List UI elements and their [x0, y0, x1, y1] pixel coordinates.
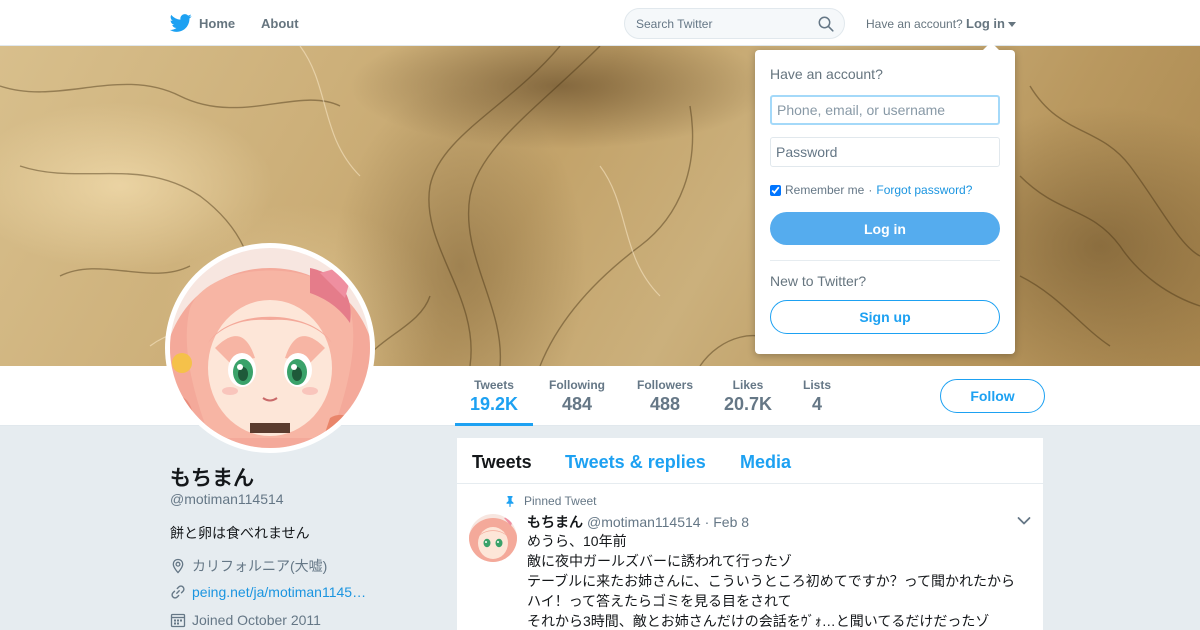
tweet-text-line: 敵に夜中ガールズバーに誘われて行ったゾ: [527, 553, 792, 569]
login-dropdown-title: Have an account?: [770, 66, 883, 82]
pinned-tweet-label: Pinned Tweet: [504, 494, 597, 508]
profile-bio: 餅と卵は食べれません: [170, 525, 310, 541]
search-icon[interactable]: [818, 16, 834, 32]
stat-lists[interactable]: Lists 4: [797, 366, 837, 426]
dropdown-arrow: [983, 42, 999, 50]
tweet-author-handle[interactable]: @motiman114514: [587, 514, 701, 530]
pin-icon: [506, 496, 514, 507]
profile-avatar[interactable]: [165, 243, 375, 453]
tweet-text-line: それから3時間、敵とお姉さんだけの会話をｳﾞｫ…と聞いてるだけだったゾ: [527, 613, 990, 629]
profile-location-text: カリフォルニア(大嘘): [192, 558, 328, 574]
top-nav: Home About Have an account? Log in: [0, 0, 1200, 46]
avatar-image: [170, 248, 370, 448]
tab-tweets-replies[interactable]: Tweets & replies: [565, 452, 706, 473]
remember-me-row: Remember me · Forgot password?: [770, 183, 972, 197]
profile-joined: Joined October 2011: [170, 612, 321, 628]
remember-me-checkbox[interactable]: [770, 184, 781, 196]
calendar-icon: [170, 613, 186, 628]
nav-home-label: Home: [199, 15, 236, 31]
profile-name: もちまん: [170, 467, 254, 490]
tweet-text-line: ハイ！って答えたらゴミを見る目をされて: [527, 593, 792, 609]
stat-tweets-value: 19.2K: [469, 394, 519, 414]
profile-website: peing.net/ja/motiman1145…: [170, 584, 366, 600]
link-icon: [171, 585, 185, 599]
stat-followers[interactable]: Followers 488: [631, 366, 699, 426]
timeline-tabs: Tweets Tweets & replies Media: [457, 438, 1043, 484]
search-input[interactable]: [636, 9, 816, 38]
stat-likes[interactable]: Likes 20.7K: [718, 366, 778, 426]
password-input[interactable]: [770, 137, 1000, 167]
username-input[interactable]: [770, 95, 1000, 125]
profile-handle[interactable]: @motiman114514: [170, 491, 284, 507]
login-dropdown: Have an account? Remember me · Forgot pa…: [755, 42, 1015, 354]
caret-down-icon: [1008, 21, 1016, 27]
remember-me-label[interactable]: Remember me: [785, 183, 864, 197]
timeline: Tweets Tweets & replies Media Pinned Twe…: [456, 437, 1044, 630]
tweet-avatar[interactable]: [469, 514, 517, 562]
remember-separator: ·: [868, 183, 873, 197]
tweet-text-line: テーブルに来たお姉さんに、こういうところ初めてですか？って聞かれたから: [527, 573, 1016, 589]
follow-button[interactable]: Follow: [940, 379, 1045, 413]
tweet-text-line: めうら、10年前: [527, 533, 627, 549]
profile-joined-text: Joined October 2011: [192, 612, 321, 628]
profile-website-link[interactable]: peing.net/ja/motiman1145…: [192, 584, 366, 600]
dropdown-divider: [770, 260, 1000, 261]
login-link-label: Log in: [966, 16, 1005, 31]
stat-lists-label: Lists: [802, 378, 831, 392]
login-dropdown-toggle[interactable]: Log in: [966, 16, 1016, 31]
nav-about-link[interactable]: About: [261, 16, 299, 31]
location-pin-icon: [172, 558, 184, 574]
stat-likes-value: 20.7K: [723, 394, 773, 414]
signup-button[interactable]: Sign up: [770, 300, 1000, 334]
have-account-text: Have an account?: [866, 17, 963, 31]
chevron-down-icon[interactable]: [1017, 516, 1031, 526]
tweet-author-name[interactable]: もちまん: [527, 512, 583, 532]
login-submit-button[interactable]: Log in: [770, 212, 1000, 245]
profile-location: カリフォルニア(大嘘): [170, 556, 327, 576]
tab-media[interactable]: Media: [740, 452, 791, 473]
stat-lists-value: 4: [811, 394, 822, 414]
stat-tweets-label: Tweets: [474, 378, 514, 392]
tweet-text: めうら、10年前 敵に夜中ガールズバーに誘われて行ったゾ テーブルに来たお姉さん…: [527, 531, 1032, 630]
tweet-header: もちまん @motiman114514 · Feb 8: [527, 512, 749, 532]
stat-following-value: 484: [561, 394, 593, 414]
stat-followers-label: Followers: [636, 378, 693, 392]
pinned-tweet-text: Pinned Tweet: [524, 494, 597, 508]
tweet-separator: ·: [704, 514, 710, 530]
search-box: [624, 8, 845, 39]
tab-tweets[interactable]: Tweets: [472, 452, 532, 473]
stat-likes-label: Likes: [732, 378, 764, 392]
stat-followers-value: 488: [649, 394, 681, 414]
nav-home-link[interactable]: Home: [170, 12, 235, 34]
stat-following[interactable]: Following 484: [543, 366, 611, 426]
tweet-date[interactable]: Feb 8: [713, 514, 749, 530]
new-to-twitter-text: New to Twitter?: [770, 273, 867, 289]
stat-following-label: Following: [549, 378, 605, 392]
twitter-bird-icon: [170, 14, 192, 32]
stat-tweets[interactable]: Tweets 19.2K: [455, 366, 533, 426]
forgot-password-link[interactable]: Forgot password?: [876, 183, 972, 197]
